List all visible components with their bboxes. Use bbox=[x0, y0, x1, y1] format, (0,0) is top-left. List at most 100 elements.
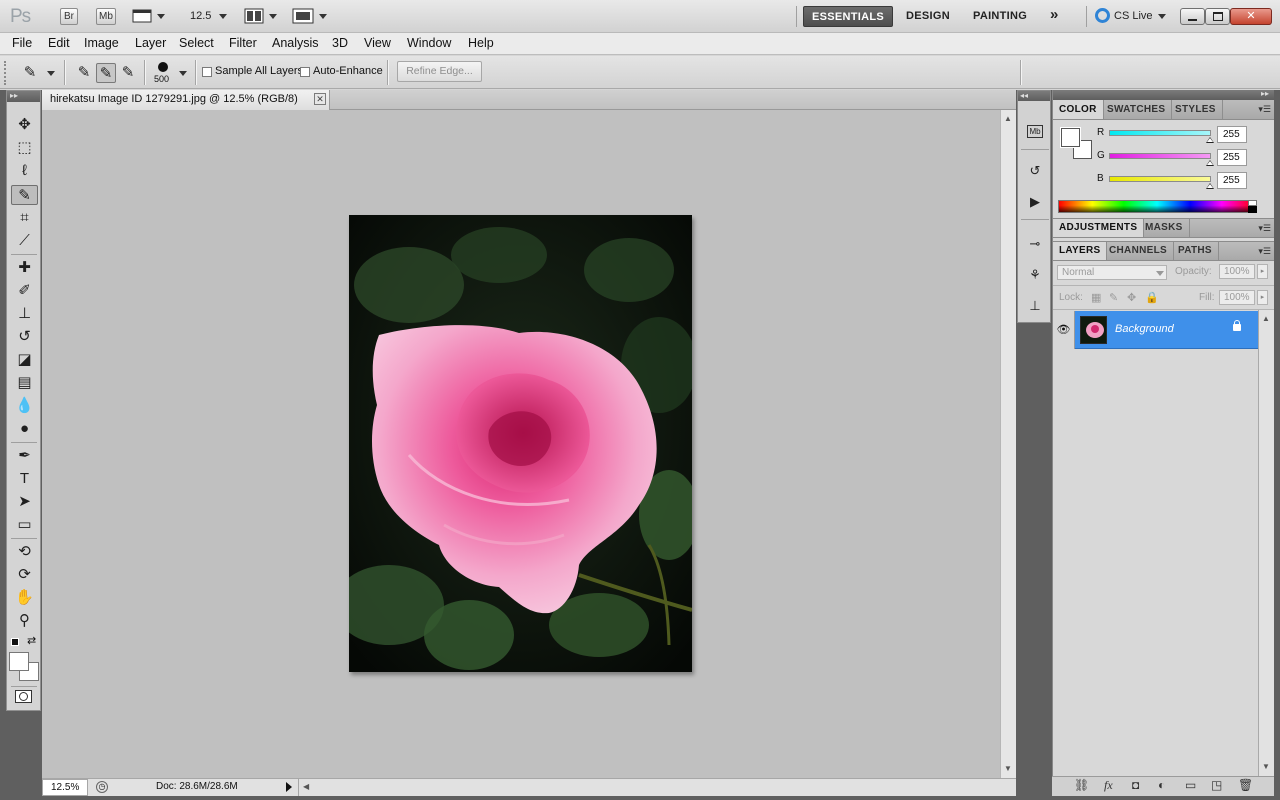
fill-slider-arrow[interactable]: ▸ bbox=[1257, 290, 1268, 305]
lasso-tool-icon[interactable]: ℓ bbox=[11, 161, 38, 181]
clone-source-icon[interactable]: ⚘ bbox=[1024, 265, 1046, 285]
move-tool-icon[interactable]: ✥ bbox=[11, 115, 38, 135]
blue-slider[interactable] bbox=[1109, 176, 1211, 182]
rectangular-marquee-tool-icon[interactable]: ⬚ bbox=[11, 138, 38, 158]
status-zoom-field[interactable]: 12.5% bbox=[42, 779, 88, 796]
menu-help[interactable]: Help bbox=[468, 36, 494, 50]
tab-color[interactable]: COLOR bbox=[1053, 100, 1104, 119]
red-slider-thumb[interactable] bbox=[1206, 137, 1214, 143]
color-spectrum-ramp[interactable] bbox=[1058, 200, 1256, 213]
lock-position-icon[interactable]: ✥ bbox=[1127, 291, 1136, 304]
zoom-dropdown-icon[interactable] bbox=[219, 14, 227, 19]
opacity-field[interactable]: 100% bbox=[1219, 264, 1255, 279]
workspace-essentials[interactable]: ESSENTIALS bbox=[803, 6, 894, 27]
lock-all-icon[interactable]: 🔒 bbox=[1145, 291, 1159, 304]
menu-file[interactable]: File bbox=[12, 36, 32, 50]
eyedropper-tool-icon[interactable]: ⟋ bbox=[11, 231, 38, 251]
scroll-down-icon[interactable]: ▼ bbox=[1262, 762, 1270, 771]
tab-layers[interactable]: LAYERS bbox=[1053, 242, 1108, 260]
black-swatch[interactable] bbox=[1248, 206, 1257, 213]
tab-masks[interactable]: MASKS bbox=[1139, 219, 1190, 237]
scroll-down-icon[interactable]: ▼ bbox=[1004, 764, 1012, 773]
tool-preset-dropdown-icon[interactable] bbox=[47, 71, 55, 76]
tab-channels[interactable]: CHANNELS bbox=[1103, 242, 1174, 260]
opacity-slider-arrow[interactable]: ▸ bbox=[1257, 264, 1268, 279]
tool-presets-icon[interactable]: ⊸ bbox=[1024, 234, 1046, 254]
new-selection-icon[interactable]: ✎ bbox=[74, 63, 94, 83]
layers-vertical-scrollbar[interactable]: ▲ ▼ bbox=[1258, 310, 1274, 776]
panel-menu-icon[interactable]: ▾☰ bbox=[1258, 223, 1271, 234]
options-bar-grip[interactable] bbox=[4, 61, 10, 85]
menu-3d[interactable]: 3D bbox=[332, 36, 348, 50]
subtract-from-selection-icon[interactable]: ✎ bbox=[118, 63, 138, 83]
link-layers-icon[interactable]: ⛓ bbox=[1074, 778, 1089, 792]
color-foreground-swatch[interactable] bbox=[1060, 127, 1081, 148]
clone-stamp-tool-icon[interactable]: ⊥ bbox=[11, 304, 38, 324]
sample-all-layers-checkbox[interactable] bbox=[202, 67, 212, 77]
dodge-tool-icon[interactable]: ● bbox=[11, 419, 38, 439]
document-tab[interactable]: hirekatsu Image ID 1279291.jpg @ 12.5% (… bbox=[42, 90, 330, 110]
view-extras-button[interactable] bbox=[132, 8, 166, 25]
green-slider[interactable] bbox=[1109, 153, 1211, 159]
menu-edit[interactable]: Edit bbox=[48, 36, 70, 50]
quick-selection-preset-icon[interactable]: ✎ bbox=[20, 63, 40, 83]
history-brush-tool-icon[interactable]: ↺ bbox=[11, 327, 38, 347]
tab-adjustments[interactable]: ADJUSTMENTS bbox=[1053, 219, 1145, 237]
menu-analysis[interactable]: Analysis bbox=[272, 36, 319, 50]
menu-layer[interactable]: Layer bbox=[135, 36, 166, 50]
crop-tool-icon[interactable]: ⌗ bbox=[11, 208, 38, 228]
lock-image-pixels-icon[interactable]: ✎ bbox=[1109, 291, 1118, 304]
green-slider-thumb[interactable] bbox=[1206, 160, 1214, 166]
panel-menu-icon[interactable]: ▾☰ bbox=[1258, 246, 1271, 257]
actions-icon[interactable]: ▶ bbox=[1024, 192, 1046, 212]
eraser-tool-icon[interactable]: ◪ bbox=[11, 350, 38, 370]
rectangle-tool-icon[interactable]: ▭ bbox=[11, 515, 38, 535]
history-icon[interactable]: ↺ bbox=[1024, 161, 1046, 181]
cs-live-button[interactable]: CS Live bbox=[1095, 8, 1166, 23]
brush-picker[interactable]: 500 bbox=[152, 60, 188, 86]
refine-edge-button[interactable]: Refine Edge... bbox=[397, 61, 482, 82]
panels-header[interactable]: ▸▸ bbox=[1053, 89, 1275, 100]
new-group-icon[interactable]: ▭ bbox=[1185, 778, 1196, 792]
3d-orbit-tool-icon[interactable]: ⟳ bbox=[11, 565, 38, 585]
hand-tool-icon[interactable]: ✋ bbox=[11, 588, 38, 608]
red-slider[interactable] bbox=[1109, 130, 1211, 136]
menu-window[interactable]: Window bbox=[407, 36, 451, 50]
panel-menu-icon[interactable]: ▾☰ bbox=[1258, 104, 1271, 115]
layer-style-fx-icon[interactable]: fx bbox=[1104, 778, 1113, 793]
fill-field[interactable]: 100% bbox=[1219, 290, 1255, 305]
new-layer-icon[interactable]: ◳ bbox=[1211, 778, 1222, 792]
3d-rotate-tool-icon[interactable]: ⟲ bbox=[11, 542, 38, 562]
menu-image[interactable]: Image bbox=[84, 36, 119, 50]
zoom-tool-icon[interactable]: ⚲ bbox=[11, 611, 38, 631]
default-colors-icon[interactable] bbox=[11, 638, 19, 646]
path-selection-tool-icon[interactable]: ➤ bbox=[11, 492, 38, 512]
close-button[interactable]: ✕ bbox=[1230, 8, 1272, 25]
tab-styles[interactable]: STYLES bbox=[1169, 100, 1223, 119]
arrange-documents-button[interactable] bbox=[244, 8, 280, 25]
auto-enhance-checkbox[interactable] bbox=[300, 67, 310, 77]
pen-tool-icon[interactable]: ✒ bbox=[11, 446, 38, 466]
document-image[interactable] bbox=[349, 215, 692, 672]
screen-mode-button[interactable] bbox=[292, 8, 328, 25]
canvas-vertical-scrollbar[interactable]: ▲ ▼ bbox=[1000, 110, 1016, 778]
spot-healing-brush-tool-icon[interactable]: ✚ bbox=[11, 258, 38, 278]
menu-select[interactable]: Select bbox=[179, 36, 214, 50]
quick-mask-mode-icon[interactable] bbox=[15, 690, 32, 703]
mini-bridge-button[interactable]: Mb bbox=[96, 8, 116, 25]
status-info-icon[interactable]: ◷ bbox=[96, 781, 108, 793]
panels-expand-icon[interactable]: ▸▸ bbox=[1261, 89, 1269, 98]
minimize-button[interactable] bbox=[1180, 8, 1205, 25]
bridge-button[interactable]: Br bbox=[60, 8, 78, 25]
mini-bridge-icon[interactable]: Mb bbox=[1024, 120, 1046, 140]
blue-value-field[interactable]: 255 bbox=[1217, 172, 1247, 189]
zoom-level-field[interactable]: 12.5 bbox=[190, 10, 211, 22]
dock-collapse-icon[interactable]: ◂◂ bbox=[1018, 91, 1050, 101]
add-layer-mask-icon[interactable]: ◘ bbox=[1132, 778, 1139, 792]
new-adjustment-layer-icon[interactable]: ◐ bbox=[1158, 778, 1165, 792]
tab-paths[interactable]: PATHS bbox=[1172, 242, 1219, 260]
scroll-left-icon[interactable]: ◀ bbox=[303, 782, 309, 791]
scroll-up-icon[interactable]: ▲ bbox=[1262, 314, 1270, 323]
swap-colors-icon[interactable]: ⇄ bbox=[27, 634, 36, 647]
menu-view[interactable]: View bbox=[364, 36, 391, 50]
